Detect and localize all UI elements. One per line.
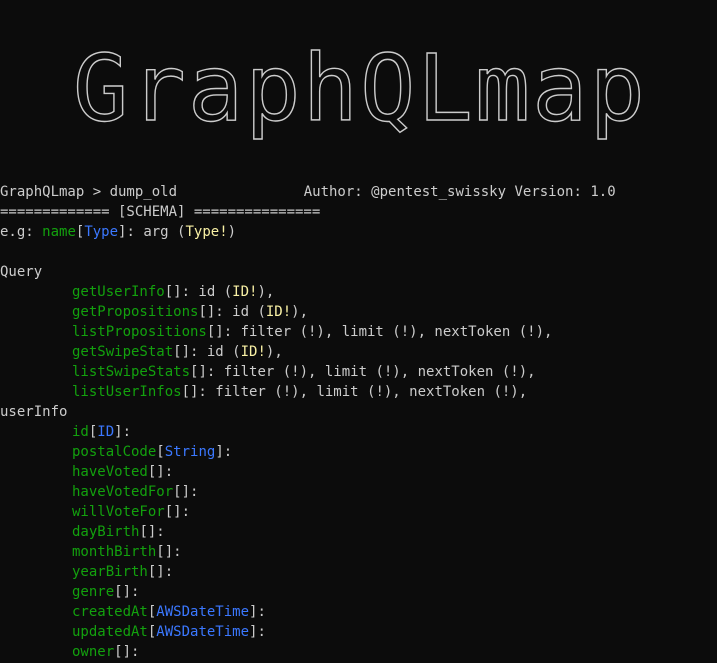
userinfo-field-name: willVoteFor	[72, 504, 165, 520]
userinfo-field-row: createdAt[AWSDateTime]:	[0, 602, 266, 622]
userinfo-field-row: haveVoted[]:	[0, 462, 173, 482]
query-field-name: listUserInfos	[72, 384, 182, 400]
userinfo-field-name: yearBirth	[72, 564, 148, 580]
userinfo-field-type: String	[164, 444, 216, 460]
query-field-name: listPropositions	[72, 324, 207, 340]
userinfo-field-name: updatedAt	[72, 624, 148, 640]
banner-logo-text: GraphQLmap	[73, 35, 647, 142]
author-handle: @pentest_swissky	[371, 184, 507, 200]
userinfo-field-name: haveVoted	[72, 464, 148, 480]
userinfo-field-type: AWSDateTime	[156, 604, 250, 620]
query-field-tail: ),	[265, 344, 283, 360]
userinfo-field-row: willVoteFor[]:	[0, 502, 190, 522]
query-field-arg-type: ID!	[265, 304, 292, 320]
query-field-row: getSwipeStat[]: id (ID!),	[0, 342, 283, 362]
query-field-name: getSwipeStat	[72, 344, 174, 360]
bracket-close: ]:	[215, 444, 233, 460]
command-input[interactable]: dump_old	[110, 184, 177, 200]
query-field-name: getPropositions	[72, 304, 199, 320]
bracket-close: ]:	[249, 624, 266, 640]
bracket-close: ]:	[122, 584, 140, 600]
userinfo-field-type: ID	[97, 424, 115, 440]
terminal-window[interactable]: GraphQLmap Author: @pentest_swissky Vers…	[0, 0, 717, 663]
command-prompt-line[interactable]: GraphQLmap > dump_old	[0, 182, 177, 202]
userinfo-field-name: postalCode	[72, 444, 157, 460]
query-field-args: []: id (	[164, 284, 233, 300]
bracket-close: ]:	[173, 504, 191, 520]
query-field-args: []: id (	[198, 304, 266, 320]
query-field-args: []: filter (!), limit (!), nextToken (!)…	[206, 324, 553, 340]
bracket-open: [	[164, 504, 174, 520]
section-title-query: Query	[0, 264, 43, 280]
prompt-text: GraphQLmap >	[0, 184, 110, 200]
bracket-close: ]:	[249, 604, 266, 620]
userinfo-field-row: updatedAt[AWSDateTime]:	[0, 622, 266, 642]
query-field-row: getUserInfo[]: id (ID!),	[0, 282, 274, 302]
query-field-tail: ),	[291, 304, 309, 320]
userinfo-field-type: AWSDateTime	[156, 624, 250, 640]
example-arg-type: Type!	[185, 224, 228, 240]
example-type: Type	[84, 224, 119, 240]
author-label: Author:	[303, 184, 363, 200]
userinfo-field-row: monthBirth[]:	[0, 542, 182, 562]
bracket-open: [	[173, 484, 182, 500]
userinfo-field-row: genre[]:	[0, 582, 139, 602]
userinfo-field-name: haveVotedFor	[72, 484, 174, 500]
userinfo-field-name: owner	[72, 644, 115, 660]
userinfo-field-name: dayBirth	[72, 524, 140, 540]
bracket-close: ]:	[156, 564, 174, 580]
query-field-tail: ),	[257, 284, 275, 300]
query-field-name: getUserInfo	[72, 284, 165, 300]
bracket-close: ]:	[147, 524, 165, 540]
bracket-close: ]:	[156, 464, 174, 480]
bracket-open: [	[114, 584, 123, 600]
bracket-close: ]:	[114, 424, 132, 440]
query-field-arg-type: ID!	[232, 284, 258, 300]
version-label: Version:	[514, 184, 582, 200]
userinfo-field-name: createdAt	[72, 604, 148, 620]
bracket-open: [	[139, 524, 148, 540]
bracket-close: ]:	[122, 644, 140, 660]
bracket-open: [	[156, 444, 165, 460]
userinfo-field-name: genre	[72, 584, 115, 600]
version-value: 1.0	[590, 184, 616, 200]
query-field-row: listUserInfos[]: filter (!), limit (!), …	[0, 382, 527, 402]
userinfo-field-row: yearBirth[]:	[0, 562, 173, 582]
bracket-close: ]:	[164, 544, 182, 560]
query-field-row: listSwipeStats[]: filter (!), limit (!),…	[0, 362, 536, 382]
bracket-open: [	[114, 644, 123, 660]
query-field-arg-type: ID!	[240, 344, 266, 360]
userinfo-field-row: owner[]:	[0, 642, 139, 662]
userinfo-field-name: id	[72, 424, 89, 440]
bracket-close: ]:	[181, 484, 199, 500]
section-title-userinfo: userInfo	[0, 404, 68, 420]
banner-credits: Author: @pentest_swissky Version: 1.0	[270, 162, 616, 200]
userinfo-field-name: monthBirth	[72, 544, 157, 560]
bracket-open: [	[156, 544, 165, 560]
query-field-row: getPropositions[]: id (ID!),	[0, 302, 308, 322]
ascii-banner-logo: GraphQLmap	[0, 0, 717, 165]
userinfo-field-row: postalCode[String]:	[0, 442, 232, 462]
query-field-args: []: filter (!), limit (!), nextToken (!)…	[190, 364, 536, 380]
query-field-row: listPropositions[]: filter (!), limit (!…	[0, 322, 552, 342]
schema-header: ============= [SCHEMA] ===============	[0, 204, 321, 220]
banner-logo-graphic: GraphQLmap	[72, 34, 647, 142]
userinfo-field-row: id[ID]:	[0, 422, 131, 442]
query-field-name: listSwipeStats	[72, 364, 191, 380]
example-line: e.g: name[Type]: arg (Type!)	[0, 224, 237, 240]
example-name: name	[42, 224, 76, 240]
userinfo-field-row: dayBirth[]:	[0, 522, 165, 542]
query-field-args: []: id (	[173, 344, 241, 360]
userinfo-field-row: haveVotedFor[]:	[0, 482, 198, 502]
query-field-args: []: filter (!), limit (!), nextToken (!)…	[181, 384, 528, 400]
